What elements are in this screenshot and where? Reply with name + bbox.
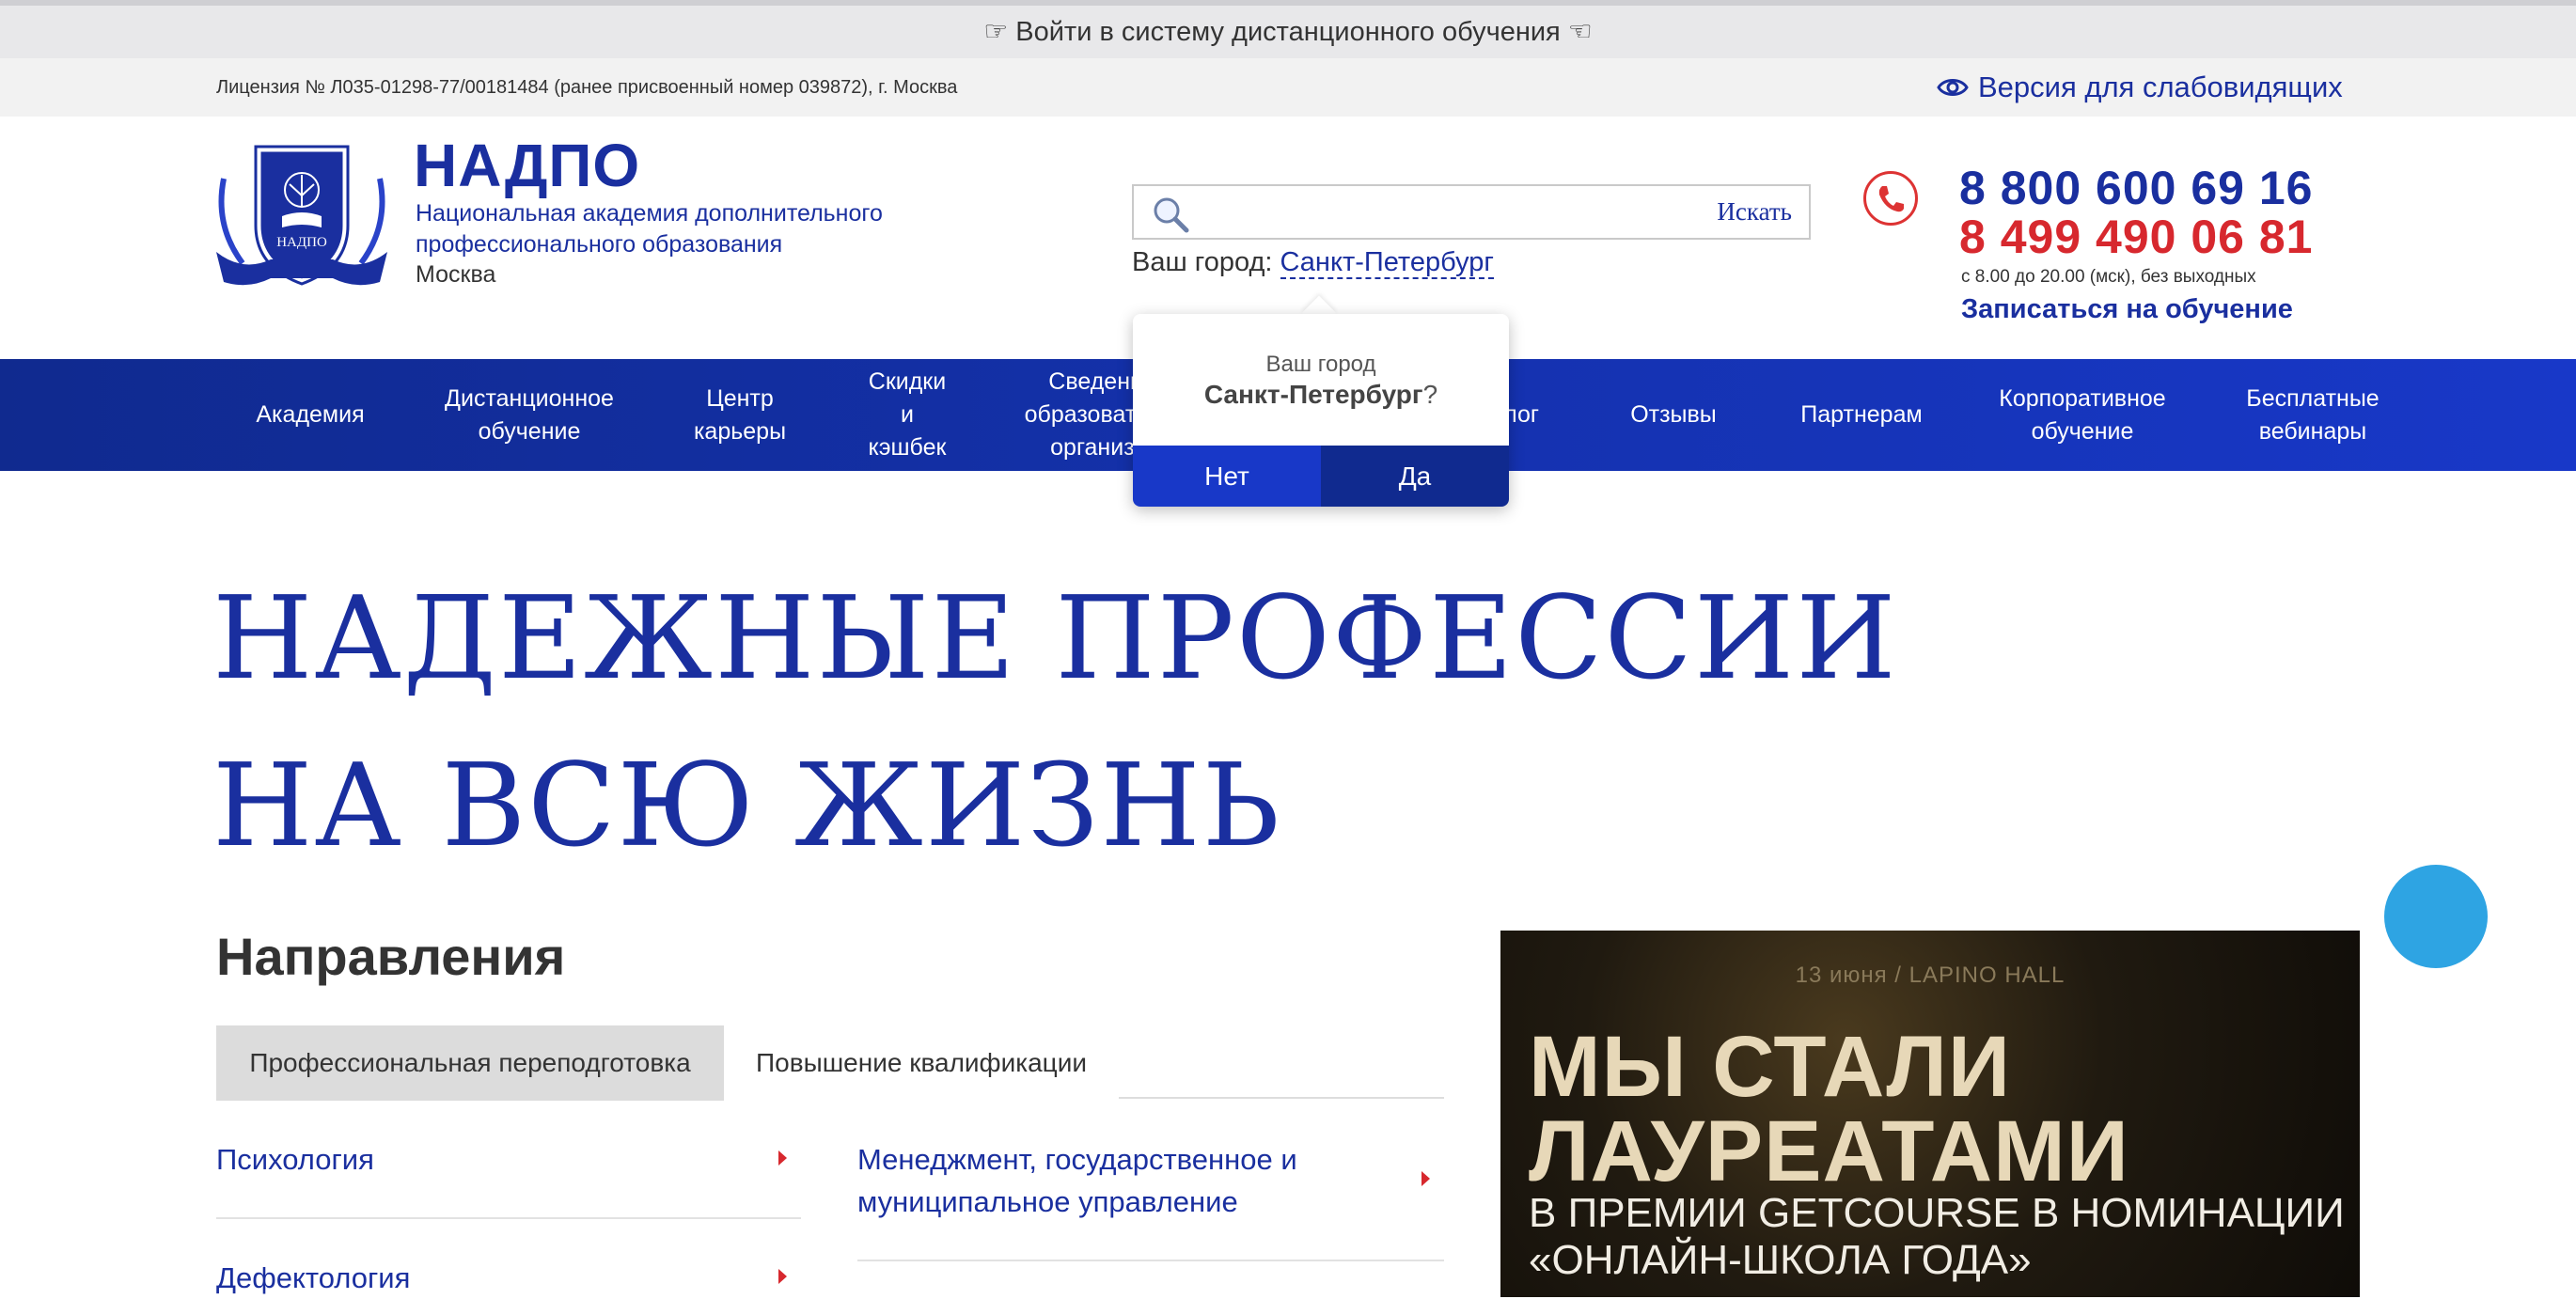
enroll-link[interactable]: Записаться на обучение [1961, 294, 2293, 325]
tab-underline [1119, 1097, 1444, 1099]
city-popup-question: Санкт-Петербург? [1133, 380, 1509, 410]
city-popup-no-button[interactable]: Нет [1133, 446, 1321, 507]
working-hours: с 8.00 до 20.00 (мск), без выходных [1961, 267, 2256, 287]
brand-subtitle-line1: Национальная академия дополнительного [416, 200, 883, 227]
banner-date: 13 июня / LAPINO HALL [1795, 963, 2066, 988]
brand-subtitle-line2: профессионального образования [416, 231, 783, 258]
phone-number-moscow[interactable]: 8 499 490 06 81 [1959, 211, 2313, 263]
city-label: Ваш город: [1132, 247, 1273, 277]
direction-item-psychology[interactable]: Психология [216, 1138, 374, 1181]
city-popup-label: Ваш город [1265, 352, 1376, 377]
directions-title: Направления [216, 927, 566, 986]
banner-headline: МЫ СТАЛИ ЛАУРЕАТАМИ [1529, 1019, 2129, 1199]
nav-item-reviews[interactable]: Отзывы [1608, 359, 1739, 471]
accessibility-version-label: Версия для слабовидящих [1978, 70, 2343, 103]
academy-crest-icon: НАДПО [216, 145, 387, 286]
direction-item-defectology[interactable]: Дефектология [216, 1257, 410, 1299]
banner-subheadline: В ПРЕМИИ GETCOURSE В НОМИНАЦИИ «ОНЛАЙН-Ш… [1529, 1190, 2345, 1284]
chevron-right-icon [778, 1150, 787, 1166]
hero-title: НАДЕЖНЫЕ ПРОФЕССИИ НА ВСЮ ЖИЗНЬ [212, 555, 1898, 889]
logo-text: НАДПО [276, 235, 327, 250]
brand-subtitle: Национальная академия дополнительного пр… [416, 198, 980, 260]
nav-item-distance-learning[interactable]: Дистанционное обучение [425, 359, 634, 471]
nav-item-free-webinars[interactable]: Бесплатные вебинары [2228, 359, 2397, 471]
phone-icon [1863, 171, 1918, 226]
brand-name[interactable]: НАДПО [414, 132, 640, 199]
chevron-right-icon [778, 1269, 787, 1284]
search-box: Искать [1132, 184, 1811, 240]
city-confirm-popup: Ваш город Санкт-Петербург? Нет Да [1133, 314, 1509, 507]
tab-qualification-upgrade[interactable]: Повышение квалификации [724, 1025, 1119, 1101]
city-selector: Ваш город: Санкт-Петербург [1132, 247, 1494, 279]
search-icon [1154, 197, 1189, 233]
accessibility-version-link[interactable]: Версия для слабовидящих [1937, 58, 2343, 117]
banner-headline-line1: МЫ СТАЛИ [1529, 1019, 2012, 1115]
academy-logo[interactable]: НАДПО [214, 141, 389, 291]
direction-item-management[interactable]: Менеджмент, государственное и муниципаль… [857, 1138, 1297, 1223]
nav-item-partners[interactable]: Партнерам [1786, 359, 1937, 471]
divider [857, 1260, 1444, 1261]
nav-item-discounts[interactable]: Скидки и кэшбек [846, 359, 968, 471]
license-bar: Лицензия № Л035-01298-77/00181484 (ранее… [0, 58, 2576, 117]
eye-icon [1937, 79, 1969, 96]
banner-subheadline-line2: «ОНЛАЙН-ШКОЛА ГОДА» [1529, 1237, 2032, 1283]
license-text: Лицензия № Л035-01298-77/00181484 (ранее… [216, 77, 958, 98]
nav-item-career-center[interactable]: Центр карьеры [679, 359, 801, 471]
chevron-right-icon [1422, 1171, 1430, 1186]
phone-number-free[interactable]: 8 800 600 69 16 [1959, 162, 2313, 214]
chat-widget-button[interactable] [2384, 865, 2488, 968]
hero-title-line2: НА ВСЮ ЖИЗНЬ [212, 739, 1282, 872]
city-popup-city: Санкт-Петербург [1203, 380, 1423, 409]
brand-city: Москва [416, 261, 496, 288]
banner-subheadline-line1: В ПРЕМИИ GETCOURSE В НОМИНАЦИИ [1529, 1190, 2345, 1236]
hero-title-line1: НАДЕЖНЫЕ ПРОФЕССИИ [212, 571, 1898, 705]
city-popup-yes-button[interactable]: Да [1321, 446, 1509, 507]
promo-banner[interactable]: 13 июня / LAPINO HALL МЫ СТАЛИ ЛАУРЕАТАМ… [1500, 931, 2360, 1297]
search-input[interactable] [1200, 192, 1670, 231]
divider [216, 1217, 801, 1219]
search-button[interactable]: Искать [1717, 186, 1792, 238]
city-popup-question-mark: ? [1422, 380, 1438, 409]
nav-item-academy[interactable]: Академия [235, 359, 385, 471]
tab-professional-retraining[interactable]: Профессиональная переподготовка [216, 1025, 724, 1101]
banner-headline-line2: ЛАУРЕАТАМИ [1529, 1103, 2129, 1199]
distance-login-bar[interactable]: ☞ Войти в систему дистанционного обучени… [0, 0, 2576, 58]
nav-item-corporate-training[interactable]: Корпоративное обучение [1984, 359, 2181, 471]
city-value-link[interactable]: Санкт-Петербург [1280, 247, 1494, 279]
